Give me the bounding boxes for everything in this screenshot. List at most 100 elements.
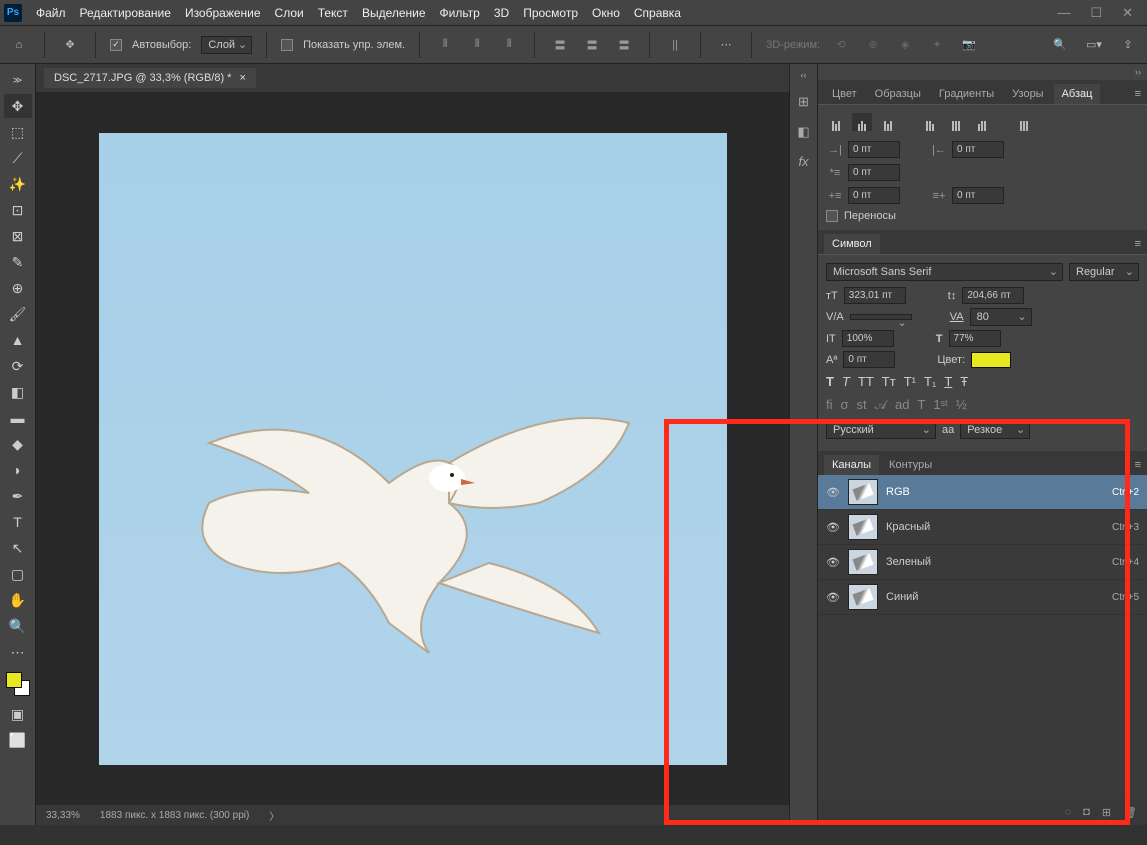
kerning-dropdown[interactable] bbox=[850, 314, 912, 320]
stamp-tool[interactable]: ▲ bbox=[4, 328, 32, 352]
strike-button[interactable]: Ŧ bbox=[960, 374, 968, 389]
menu-window[interactable]: Окно bbox=[592, 6, 620, 20]
lasso-tool[interactable]: ⟋ bbox=[4, 146, 32, 170]
save-selection-icon[interactable]: ◘ bbox=[1083, 806, 1090, 818]
channel-red[interactable]: 👁 Красный Ctrl+3 bbox=[818, 510, 1147, 545]
menu-layers[interactable]: Слои bbox=[275, 6, 304, 20]
hand-tool[interactable]: ✋ bbox=[4, 588, 32, 612]
align-top-icon[interactable]: 〓 bbox=[549, 34, 571, 56]
crop-tool[interactable]: ⊡ bbox=[4, 198, 32, 222]
text-color-swatch[interactable] bbox=[971, 352, 1011, 368]
tab-paths[interactable]: Контуры bbox=[881, 455, 940, 475]
dock-properties-icon[interactable]: ⊞ bbox=[798, 94, 809, 110]
new-channel-icon[interactable]: ⊞ bbox=[1102, 806, 1111, 819]
gradient-tool[interactable]: ▬ bbox=[4, 406, 32, 430]
indent-right-input[interactable] bbox=[952, 141, 1004, 158]
panel-menu-icon[interactable]: ≡ bbox=[1135, 88, 1141, 100]
align-center-icon[interactable]: ⦀ bbox=[466, 34, 488, 56]
visibility-icon[interactable]: 👁 bbox=[826, 521, 840, 534]
para-justify-right[interactable] bbox=[972, 113, 992, 131]
align-left-icon[interactable]: ⦀ bbox=[434, 34, 456, 56]
close-button[interactable]: ✕ bbox=[1122, 5, 1133, 21]
contextual-button[interactable]: σ bbox=[841, 397, 849, 413]
color-swatches[interactable] bbox=[6, 672, 30, 696]
swash-button[interactable]: 𝒜 bbox=[875, 397, 887, 413]
channel-green[interactable]: 👁 Зеленый Ctrl+4 bbox=[818, 545, 1147, 580]
tab-channels[interactable]: Каналы bbox=[824, 455, 879, 475]
indent-left-input[interactable] bbox=[848, 141, 900, 158]
visibility-icon[interactable]: 👁 bbox=[826, 591, 840, 604]
marquee-tool[interactable]: ⬚ bbox=[4, 120, 32, 144]
status-chevron-icon[interactable]: 〉 bbox=[269, 808, 279, 823]
minimize-button[interactable]: — bbox=[1057, 5, 1070, 21]
distribute-h-icon[interactable]: || bbox=[664, 34, 686, 56]
search-icon[interactable]: 🔍 bbox=[1049, 34, 1071, 56]
show-controls-checkbox[interactable] bbox=[281, 39, 293, 51]
workspace-icon[interactable]: ▭▾ bbox=[1083, 34, 1105, 56]
tracking-dropdown[interactable]: 80 bbox=[970, 308, 1032, 326]
para-justify-left[interactable] bbox=[920, 113, 940, 131]
baseline-input[interactable] bbox=[843, 351, 895, 368]
ordinal-button[interactable]: T bbox=[917, 397, 925, 413]
close-tab-icon[interactable]: × bbox=[239, 72, 245, 84]
channels-menu-icon[interactable]: ≡ bbox=[1135, 459, 1141, 471]
menu-view[interactable]: Просмотр bbox=[523, 6, 578, 20]
status-zoom[interactable]: 33,33% bbox=[46, 810, 80, 821]
align-bottom-icon[interactable]: 〓 bbox=[613, 34, 635, 56]
document-tab[interactable]: DSC_2717.JPG @ 33,3% (RGB/8) * × bbox=[44, 68, 256, 88]
tab-paragraph[interactable]: Абзац bbox=[1054, 84, 1101, 104]
shape-tool[interactable]: ▢ bbox=[4, 562, 32, 586]
menu-3d[interactable]: 3D bbox=[494, 6, 509, 20]
screenmode-toggle[interactable]: ⬜ bbox=[4, 728, 32, 752]
leading-input[interactable] bbox=[962, 287, 1024, 304]
menu-text[interactable]: Текст bbox=[318, 6, 348, 20]
zoom-tool[interactable]: 🔍 bbox=[4, 614, 32, 638]
align-right-icon[interactable]: ⦀ bbox=[498, 34, 520, 56]
tab-color[interactable]: Цвет bbox=[824, 84, 865, 104]
menu-edit[interactable]: Редактирование bbox=[80, 6, 171, 20]
subscript-button[interactable]: T₁ bbox=[924, 374, 936, 389]
healing-tool[interactable]: ⊕ bbox=[4, 276, 32, 300]
dock-fx-icon[interactable]: fx bbox=[798, 154, 808, 169]
3d-camera-icon[interactable]: 📷 bbox=[958, 34, 980, 56]
fraction-1st-button[interactable]: 1ˢᵗ bbox=[933, 397, 948, 413]
maximize-button[interactable]: ☐ bbox=[1090, 5, 1102, 21]
eyedropper-tool[interactable]: ✎ bbox=[4, 250, 32, 274]
tab-gradients[interactable]: Градиенты bbox=[931, 84, 1002, 104]
font-size-input[interactable] bbox=[844, 287, 906, 304]
smallcaps-button[interactable]: Tᴛ bbox=[882, 374, 896, 389]
font-family-dropdown[interactable]: Microsoft Sans Serif bbox=[826, 263, 1063, 281]
menu-image[interactable]: Изображение bbox=[185, 6, 261, 20]
load-selection-icon[interactable]: ◌ bbox=[1065, 806, 1072, 818]
hyphenate-checkbox[interactable] bbox=[826, 210, 838, 222]
para-align-left[interactable] bbox=[826, 113, 846, 131]
canvas[interactable] bbox=[99, 133, 727, 765]
bold-button[interactable]: T bbox=[826, 374, 834, 389]
channel-blue[interactable]: 👁 Синий Ctrl+5 bbox=[818, 580, 1147, 615]
para-align-center[interactable] bbox=[852, 113, 872, 131]
italic-button[interactable]: T bbox=[842, 374, 850, 389]
visibility-icon[interactable]: 👁 bbox=[826, 556, 840, 569]
language-dropdown[interactable]: Русский bbox=[826, 421, 936, 439]
font-style-dropdown[interactable]: Regular bbox=[1069, 263, 1139, 281]
3d-orbit-icon[interactable]: ⟲ bbox=[830, 34, 852, 56]
blur-tool[interactable]: ◆ bbox=[4, 432, 32, 456]
history-brush-tool[interactable]: ⟳ bbox=[4, 354, 32, 378]
scale-v-input[interactable] bbox=[949, 330, 1001, 347]
home-icon[interactable]: ⌂ bbox=[8, 34, 30, 56]
space-after-input[interactable] bbox=[952, 187, 1004, 204]
dock-collapse-icon[interactable]: ‹‹ bbox=[801, 70, 807, 80]
space-before-input[interactable] bbox=[848, 187, 900, 204]
menu-file[interactable]: Файл bbox=[36, 6, 66, 20]
tab-patterns[interactable]: Узоры bbox=[1004, 84, 1051, 104]
underline-button[interactable]: T bbox=[944, 374, 952, 389]
auto-select-dropdown[interactable]: Слой bbox=[201, 36, 252, 54]
fraction-half-button[interactable]: ½ bbox=[956, 397, 967, 413]
superscript-button[interactable]: T¹ bbox=[904, 374, 916, 389]
menu-help[interactable]: Справка bbox=[634, 6, 681, 20]
move-tool[interactable]: ✥ bbox=[4, 94, 32, 118]
para-align-right[interactable] bbox=[878, 113, 898, 131]
3d-dolly-icon[interactable]: ◈ bbox=[894, 34, 916, 56]
magic-wand-tool[interactable]: ✨ bbox=[4, 172, 32, 196]
3d-pan-icon[interactable]: ⊕ bbox=[862, 34, 884, 56]
